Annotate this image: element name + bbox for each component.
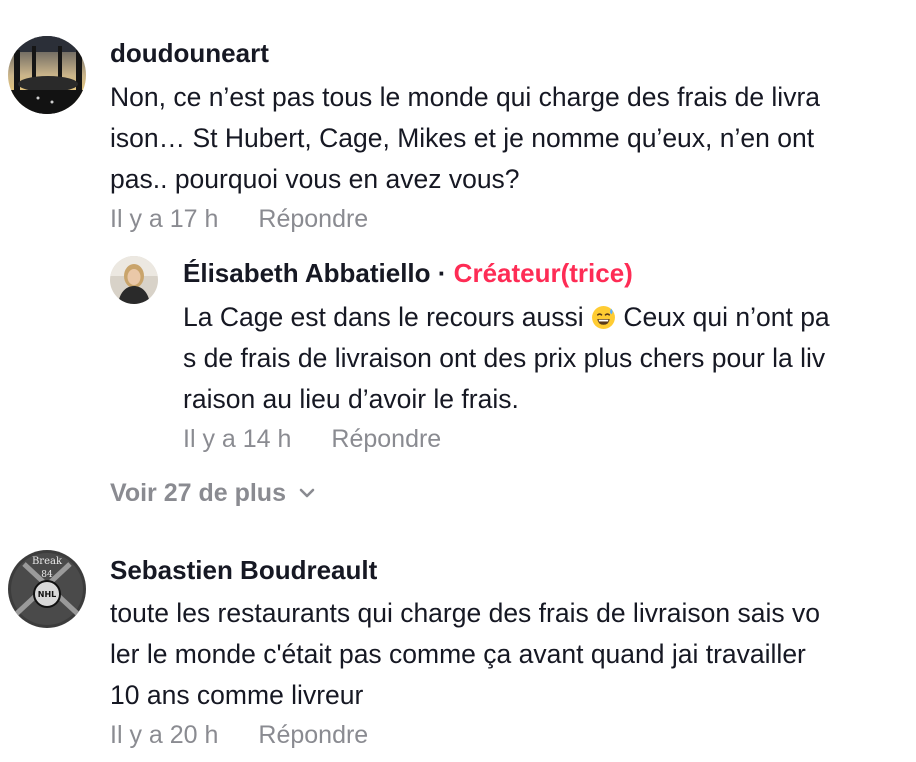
reply-button[interactable]: Répondre	[258, 205, 368, 233]
reply-timestamp: Il y a 14 h	[183, 425, 292, 453]
see-more-replies-button[interactable]: Voir 27 de plus	[110, 476, 316, 508]
reply-text: La Cage est dans le recours aussi Ceux q…	[183, 297, 830, 420]
see-more-label: Voir 27 de plus	[110, 479, 286, 507]
comment-timestamp: Il y a 17 h	[110, 205, 219, 233]
avatar-logo-text: 84	[41, 570, 53, 580]
comment-text-line: ison… St Hubert, Cage, Mikes et je nomme…	[110, 123, 815, 153]
comment-text: toute les restaurants qui charge des fra…	[110, 593, 820, 716]
reply-text-line: raison au lieu d’avoir le frais.	[183, 384, 519, 414]
avatar[interactable]	[8, 36, 86, 114]
reply-button[interactable]: Répondre	[331, 425, 441, 453]
comment-text-line: toute les restaurants qui charge des fra…	[110, 598, 820, 628]
comment-meta: Il y a 20 h Répondre	[110, 720, 368, 750]
reply-meta: Il y a 14 h Répondre	[183, 424, 441, 454]
comment-text-line: 10 ans comme livreur	[110, 680, 364, 710]
chevron-down-icon	[298, 476, 316, 506]
separator-dot: ·	[437, 258, 447, 288]
reply-username-row: Élisabeth Abbatiello · Créateur(trice)	[183, 258, 633, 288]
creator-badge: Créateur(trice)	[453, 258, 633, 288]
comment-text-line: Non, ce n’est pas tous le monde qui char…	[110, 82, 821, 112]
avatar-image	[110, 256, 158, 304]
comment-username[interactable]: Sebastien Boudreault	[110, 555, 377, 585]
reply-text-segment: La Cage est dans le recours aussi	[183, 302, 592, 332]
reply-text-segment: Ceux qui n’ont pa	[616, 302, 830, 332]
comment-text-line: pas.. pourquoi vous en avez vous?	[110, 164, 520, 194]
avatar-logo-text: NHL	[38, 590, 57, 599]
avatar[interactable]: NHL Break 84	[8, 550, 86, 628]
comment-timestamp: Il y a 20 h	[110, 721, 219, 749]
reply-button[interactable]: Répondre	[258, 721, 368, 749]
reply-text-line: s de frais de livraison ont des prix plu…	[183, 343, 826, 373]
sweat-smile-emoji-icon	[592, 306, 616, 329]
avatar-logo-text: Break	[32, 556, 63, 567]
avatar-image	[8, 36, 86, 114]
comment-text-line: ler le monde c'était pas comme ça avant …	[110, 639, 806, 669]
comment-text: Non, ce n’est pas tous le monde qui char…	[110, 77, 820, 200]
avatar[interactable]	[110, 256, 158, 304]
comment-meta: Il y a 17 h Répondre	[110, 204, 368, 234]
avatar-image: NHL Break 84	[8, 550, 86, 628]
reply-username[interactable]: Élisabeth Abbatiello	[183, 258, 431, 288]
comment-username[interactable]: doudouneart	[110, 38, 269, 68]
reply-text-line: La Cage est dans le recours aussi Ceux q…	[183, 297, 830, 338]
